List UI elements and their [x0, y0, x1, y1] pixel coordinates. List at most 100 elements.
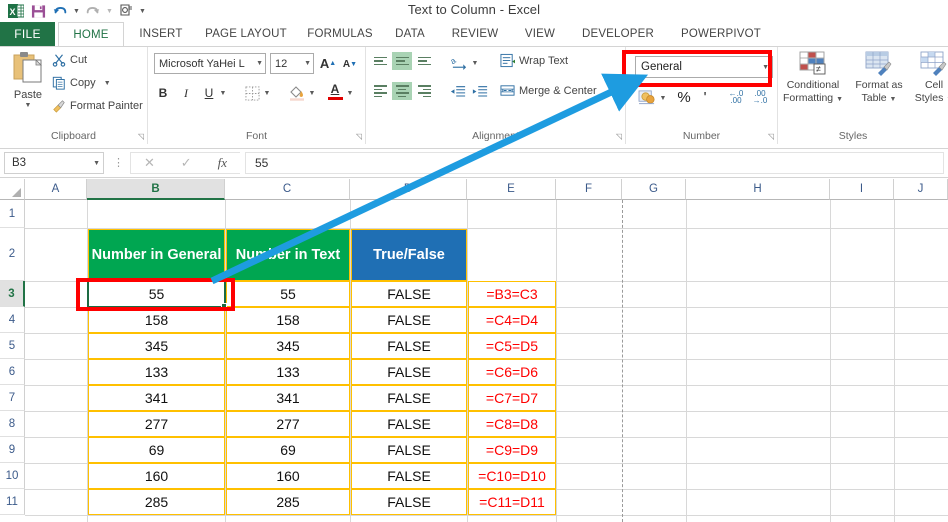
row-header-10[interactable]: 10 [0, 463, 25, 489]
paste-dropdown-icon[interactable]: ▼ [25, 102, 32, 109]
italic-button[interactable]: I [177, 83, 195, 103]
tab-insert[interactable]: INSERT [128, 22, 194, 46]
cell-c3[interactable]: 55 [226, 281, 350, 307]
cell-b2-header[interactable]: Number in General [88, 229, 225, 281]
align-left-icon[interactable] [370, 82, 390, 100]
decrease-decimal-icon[interactable]: .00 →.0 [748, 87, 772, 107]
column-header-b[interactable]: B [87, 179, 225, 200]
cell-styles-button[interactable]: Cell Styles ▼ [910, 51, 948, 129]
tab-home[interactable]: HOME [58, 22, 124, 46]
cell-e4[interactable]: =C4=D4 [468, 307, 556, 333]
cell-c4[interactable]: 158 [226, 307, 350, 333]
cell-d8[interactable]: FALSE [351, 411, 467, 437]
formula-bar-resize-handle[interactable]: ⋮ [113, 156, 124, 171]
cell-d2-header[interactable]: True/False [351, 229, 467, 281]
number-format-dropdown-icon[interactable]: ▼ [762, 64, 769, 71]
percent-style-button[interactable]: % [674, 87, 694, 107]
row-header-4[interactable]: 4 [0, 307, 25, 333]
row-header-8[interactable]: 8 [0, 411, 25, 437]
copy-dropdown-icon[interactable]: ▼ [104, 80, 111, 87]
accounting-format-icon[interactable] [636, 87, 658, 107]
row-header-11[interactable]: 11 [0, 489, 25, 515]
column-header-c[interactable]: C [225, 179, 350, 200]
cell-e9[interactable]: =C9=D9 [468, 437, 556, 463]
tab-data[interactable]: DATA [384, 22, 436, 46]
middle-align-icon[interactable] [392, 52, 412, 70]
cell-b10[interactable]: 160 [88, 463, 225, 489]
row-header-1[interactable]: 1 [0, 200, 25, 228]
font-dialog-launcher-icon[interactable]: ◹ [356, 132, 362, 141]
tab-formulas[interactable]: FORMULAS [300, 22, 380, 46]
format-as-table-button[interactable]: Format as Table ▼ [848, 51, 910, 129]
column-header-i[interactable]: I [830, 179, 894, 200]
column-header-d[interactable]: D [350, 179, 467, 200]
cell-b9[interactable]: 69 [88, 437, 225, 463]
cell-d7[interactable]: FALSE [351, 385, 467, 411]
cell-c8[interactable]: 277 [226, 411, 350, 437]
column-header-f[interactable]: F [556, 179, 622, 200]
cell-c11[interactable]: 285 [226, 489, 350, 515]
number-format-dropdown[interactable]: General ▼ [635, 56, 773, 78]
cell-b6[interactable]: 133 [88, 359, 225, 385]
increase-decimal-icon[interactable]: ←.0 .00 [724, 87, 748, 107]
increase-indent-icon[interactable] [470, 82, 490, 102]
wrap-text-button[interactable]: Wrap Text [500, 53, 568, 68]
cell-c2-header[interactable]: Number in Text [226, 229, 350, 281]
align-right-icon[interactable] [414, 82, 434, 100]
select-all-corner[interactable] [0, 179, 25, 200]
tab-view[interactable]: VIEW [514, 22, 566, 46]
cell-d6[interactable]: FALSE [351, 359, 467, 385]
format-painter-button[interactable]: Format Painter [52, 99, 143, 113]
orientation-dropdown-icon[interactable]: ▼ [470, 55, 480, 71]
fill-color-icon[interactable] [286, 81, 308, 103]
cell-c7[interactable]: 341 [226, 385, 350, 411]
font-color-dropdown-icon[interactable]: ▼ [345, 85, 355, 101]
cell-c9[interactable]: 69 [226, 437, 350, 463]
cell-d11[interactable]: FALSE [351, 489, 467, 515]
tab-powerpivot[interactable]: POWERPIVOT [670, 22, 772, 46]
merge-center-button[interactable]: Merge & Center [500, 83, 597, 98]
row-header-5[interactable]: 5 [0, 333, 25, 359]
cell-c10[interactable]: 160 [226, 463, 350, 489]
cell-b5[interactable]: 345 [88, 333, 225, 359]
cell-d4[interactable]: FALSE [351, 307, 467, 333]
row-header-6[interactable]: 6 [0, 359, 25, 385]
bottom-align-icon[interactable] [414, 52, 434, 70]
merge-center-dropdown-icon[interactable]: ▼ [610, 85, 620, 101]
tab-file[interactable]: FILE [0, 22, 55, 46]
decrease-indent-icon[interactable] [448, 82, 468, 102]
cell-e10[interactable]: =C10=D10 [468, 463, 556, 489]
cell-e3[interactable]: =B3=C3 [468, 281, 556, 307]
bold-button[interactable]: B [154, 83, 172, 103]
name-box-dropdown-icon[interactable]: ▼ [93, 160, 100, 167]
alignment-dialog-launcher-icon[interactable]: ◹ [616, 132, 622, 141]
cell-e6[interactable]: =C6=D6 [468, 359, 556, 385]
accounting-dropdown-icon[interactable]: ▼ [658, 90, 668, 106]
cell-e5[interactable]: =C5=D5 [468, 333, 556, 359]
tab-developer[interactable]: DEVELOPER [570, 22, 666, 46]
borders-dropdown-icon[interactable]: ▼ [262, 85, 272, 101]
underline-button[interactable]: U [200, 83, 218, 103]
fill-handle[interactable] [221, 303, 227, 309]
row-header-7[interactable]: 7 [0, 385, 25, 411]
row-header-2[interactable]: 2 [0, 228, 25, 281]
cell-b8[interactable]: 277 [88, 411, 225, 437]
align-center-icon[interactable] [392, 82, 412, 100]
comma-style-button[interactable]: ' [696, 87, 714, 107]
cell-c6[interactable]: 133 [226, 359, 350, 385]
row-header-3[interactable]: 3 [0, 281, 25, 307]
row-header-9[interactable]: 9 [0, 437, 25, 463]
insert-function-icon[interactable]: fx [218, 155, 227, 171]
tab-page-layout[interactable]: PAGE LAYOUT [196, 22, 296, 46]
cell-d3[interactable]: FALSE [351, 281, 467, 307]
fill-color-dropdown-icon[interactable]: ▼ [307, 85, 317, 101]
font-name-input[interactable]: Microsoft YaHei L ▼ [154, 53, 266, 74]
cell-e7[interactable]: =C7=D7 [468, 385, 556, 411]
cell-b3[interactable]: 55 [88, 281, 225, 307]
cell-e8[interactable]: =C8=D8 [468, 411, 556, 437]
decrease-font-size-icon[interactable]: A ▼ [340, 55, 360, 74]
enter-formula-icon[interactable]: ✓ [181, 155, 192, 171]
font-name-dropdown-icon[interactable]: ▼ [256, 60, 263, 67]
formula-input[interactable]: 55 [245, 152, 944, 174]
cell-d5[interactable]: FALSE [351, 333, 467, 359]
